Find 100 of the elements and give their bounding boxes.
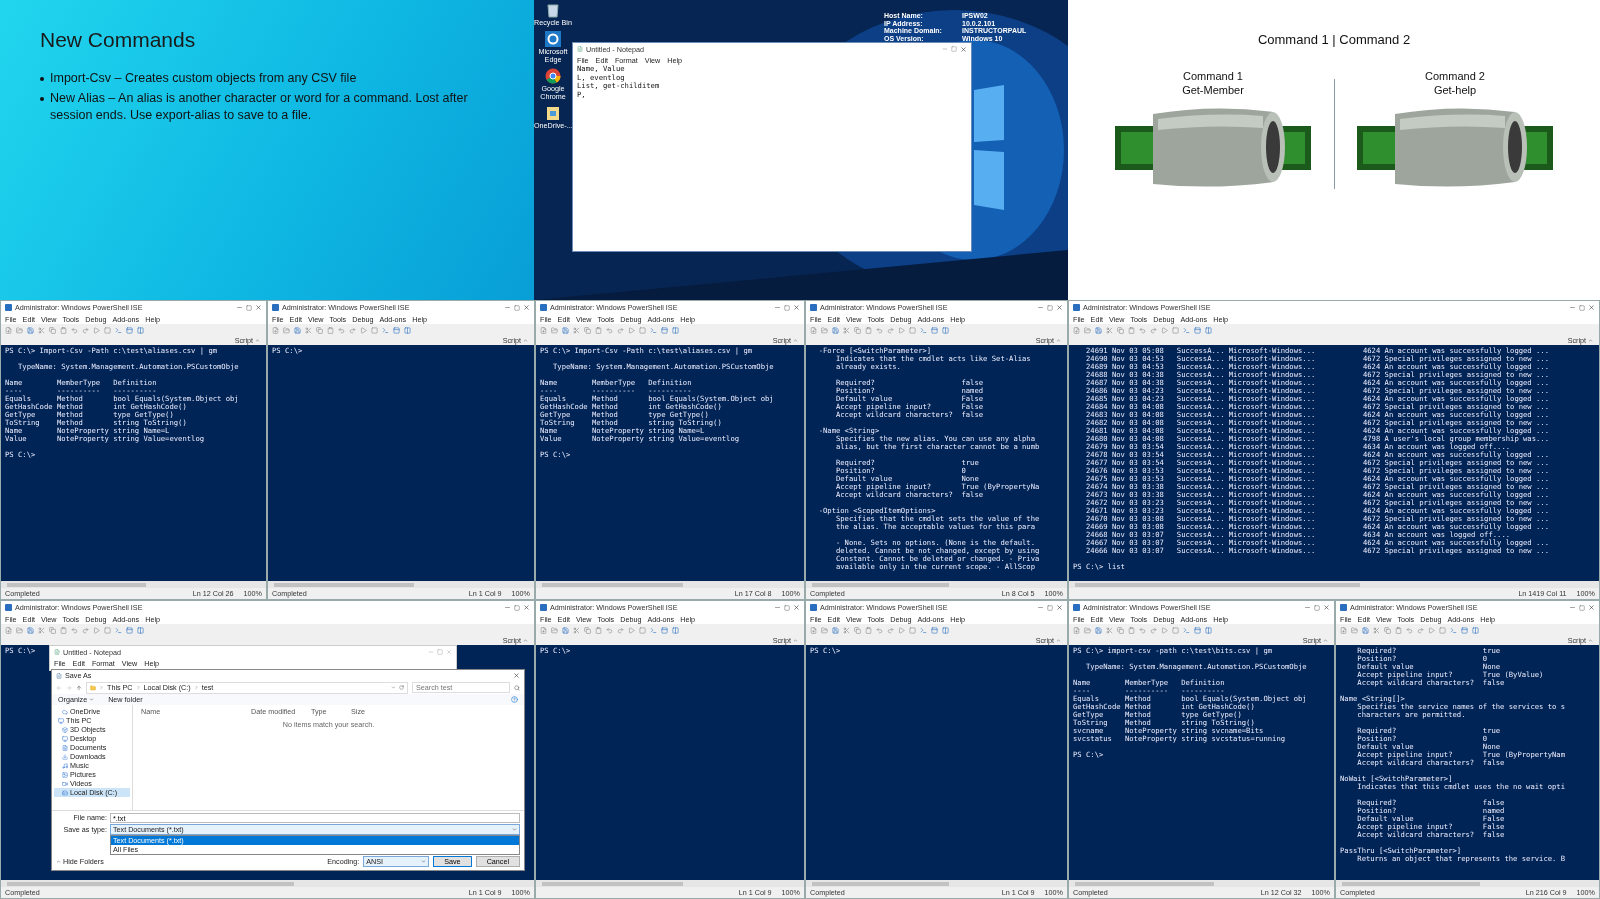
columns-icon[interactable] <box>1472 626 1479 634</box>
redo-icon[interactable] <box>617 626 624 634</box>
stop-icon[interactable] <box>1439 626 1446 634</box>
scissors-icon[interactable] <box>573 326 580 334</box>
terminal-icon[interactable] <box>920 326 927 334</box>
play-icon[interactable] <box>1161 326 1168 334</box>
redo-icon[interactable] <box>887 326 894 334</box>
stop-icon[interactable] <box>909 326 916 334</box>
close-icon[interactable] <box>446 649 452 655</box>
minimize-icon[interactable] <box>942 46 948 52</box>
up-icon[interactable] <box>76 684 82 691</box>
close-icon[interactable] <box>960 45 967 53</box>
maximize-icon[interactable] <box>1047 304 1053 311</box>
close-icon[interactable] <box>1588 604 1595 611</box>
undo-icon[interactable] <box>1139 326 1146 334</box>
scissors-icon[interactable] <box>1373 626 1380 634</box>
play-icon[interactable] <box>898 626 905 634</box>
scrollbar[interactable] <box>1336 880 1599 887</box>
clipboard-icon[interactable] <box>595 326 602 334</box>
minimize-icon[interactable] <box>774 604 781 611</box>
scrollbar[interactable] <box>1 581 266 588</box>
close-icon[interactable] <box>1588 304 1595 311</box>
save-icon[interactable] <box>832 326 839 334</box>
undo-icon[interactable] <box>606 626 613 634</box>
clipboard-icon[interactable] <box>1128 626 1135 634</box>
minimize-icon[interactable] <box>1304 604 1311 611</box>
undo-icon[interactable] <box>876 626 883 634</box>
minimize-icon[interactable] <box>504 604 511 611</box>
undo-icon[interactable] <box>71 626 78 634</box>
minimize-icon[interactable] <box>236 304 243 311</box>
scrollbar[interactable] <box>806 581 1067 588</box>
scissors-icon[interactable] <box>1106 626 1113 634</box>
scissors-icon[interactable] <box>573 626 580 634</box>
minimize-icon[interactable] <box>774 304 781 311</box>
scrollbar[interactable] <box>268 581 534 588</box>
minimize-icon[interactable] <box>1569 604 1576 611</box>
scrollbar[interactable] <box>536 581 804 588</box>
clipboard-icon[interactable] <box>1395 626 1402 634</box>
terminal-icon[interactable] <box>1183 626 1190 634</box>
new-file-icon[interactable] <box>540 626 547 634</box>
scrollbar[interactable] <box>1 880 534 887</box>
new-file-icon[interactable] <box>272 326 279 334</box>
copy-icon[interactable] <box>49 626 56 634</box>
scissors-icon[interactable] <box>843 326 850 334</box>
save-icon[interactable] <box>1095 626 1102 634</box>
terminal-icon[interactable] <box>650 326 657 334</box>
close-icon[interactable] <box>1056 304 1063 311</box>
close-icon[interactable] <box>1323 604 1330 611</box>
maximize-icon[interactable] <box>1579 604 1585 611</box>
redo-icon[interactable] <box>1150 626 1157 634</box>
forward-icon[interactable] <box>66 684 72 691</box>
minimize-icon[interactable] <box>1037 304 1044 311</box>
redo-icon[interactable] <box>82 626 89 634</box>
copy-icon[interactable] <box>584 326 591 334</box>
maximize-icon[interactable] <box>1314 604 1320 611</box>
stop-icon[interactable] <box>1172 626 1179 634</box>
copy-icon[interactable] <box>1117 326 1124 334</box>
copy-icon[interactable] <box>854 326 861 334</box>
scrollbar[interactable] <box>1069 880 1334 887</box>
panel-icon[interactable] <box>661 326 668 334</box>
undo-icon[interactable] <box>606 326 613 334</box>
play-icon[interactable] <box>628 326 635 334</box>
clipboard-icon[interactable] <box>595 626 602 634</box>
clipboard-icon[interactable] <box>327 326 334 334</box>
clipboard-icon[interactable] <box>60 626 67 634</box>
copy-icon[interactable] <box>1384 626 1391 634</box>
new-file-icon[interactable] <box>5 626 12 634</box>
close-icon[interactable] <box>513 672 520 679</box>
play-icon[interactable] <box>93 626 100 634</box>
save-icon[interactable] <box>562 326 569 334</box>
undo-icon[interactable] <box>1406 626 1413 634</box>
maximize-icon[interactable] <box>514 304 520 311</box>
maximize-icon[interactable] <box>951 46 957 52</box>
stop-icon[interactable] <box>909 626 916 634</box>
scissors-icon[interactable] <box>305 326 312 334</box>
stop-icon[interactable] <box>104 326 111 334</box>
stop-icon[interactable] <box>639 626 646 634</box>
new-file-icon[interactable] <box>540 326 547 334</box>
copy-icon[interactable] <box>854 626 861 634</box>
stop-icon[interactable] <box>371 326 378 334</box>
panel-icon[interactable] <box>1194 626 1201 634</box>
columns-icon[interactable] <box>137 626 144 634</box>
close-icon[interactable] <box>255 304 262 311</box>
maximize-icon[interactable] <box>514 604 520 611</box>
save-icon[interactable] <box>294 326 301 334</box>
save-icon[interactable] <box>27 326 34 334</box>
play-icon[interactable] <box>1161 626 1168 634</box>
close-icon[interactable] <box>793 304 800 311</box>
columns-icon[interactable] <box>672 626 679 634</box>
panel-icon[interactable] <box>661 626 668 634</box>
minimize-icon[interactable] <box>504 304 511 311</box>
save-icon[interactable] <box>1362 626 1369 634</box>
scissors-icon[interactable] <box>843 626 850 634</box>
search-icon[interactable] <box>514 684 520 691</box>
new-file-icon[interactable] <box>1073 626 1080 634</box>
stop-icon[interactable] <box>104 626 111 634</box>
play-icon[interactable] <box>93 326 100 334</box>
dropdown-icon[interactable] <box>391 685 396 690</box>
play-icon[interactable] <box>898 326 905 334</box>
undo-icon[interactable] <box>876 326 883 334</box>
